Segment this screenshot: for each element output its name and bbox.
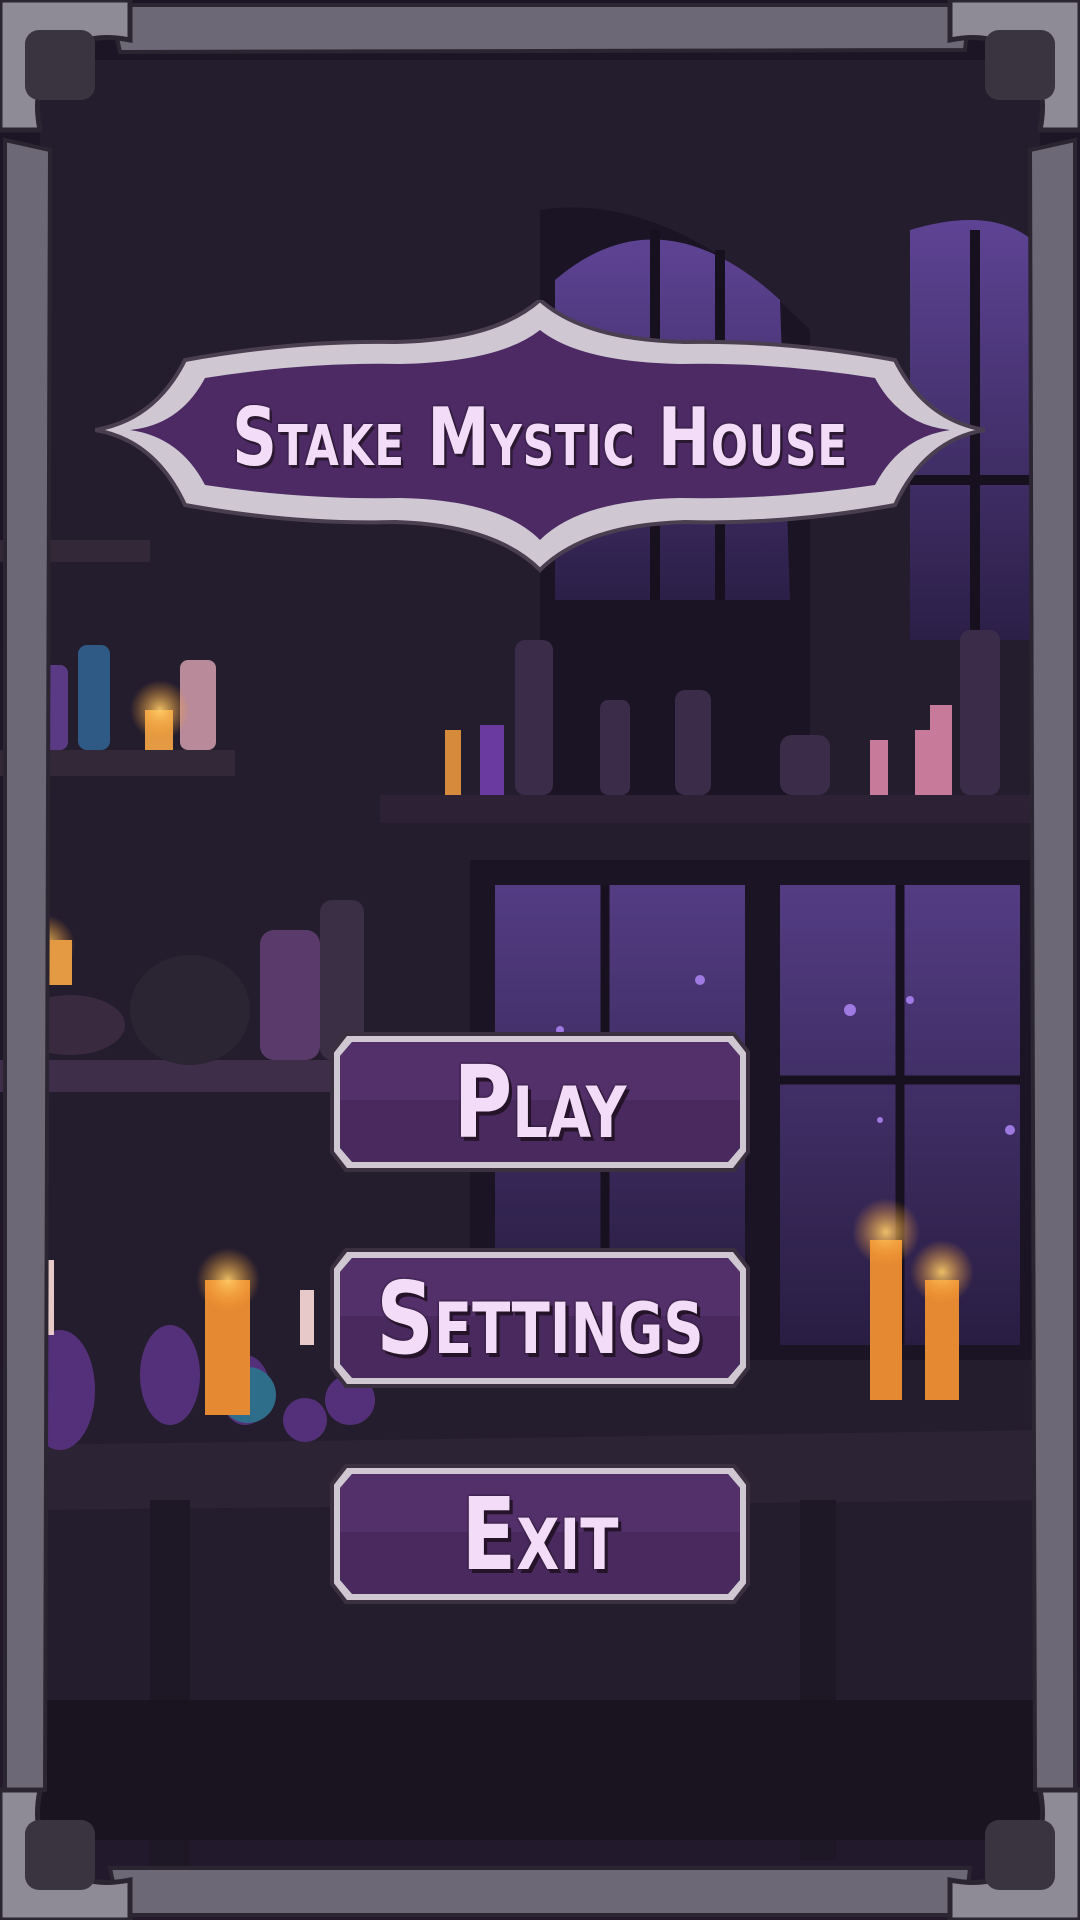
witch-house-background bbox=[0, 0, 1080, 1920]
settings-button[interactable]: Settings bbox=[328, 1246, 752, 1390]
game-title-plaque: Stake Mystic House bbox=[95, 300, 985, 575]
main-menu-screen: Stake Mystic House Play Settings Exit bbox=[0, 0, 1080, 1920]
exit-label: Exit bbox=[461, 1475, 619, 1593]
settings-label: Settings bbox=[376, 1259, 704, 1377]
exit-button[interactable]: Exit bbox=[328, 1462, 752, 1606]
play-button[interactable]: Play bbox=[328, 1030, 752, 1174]
play-label: Play bbox=[453, 1043, 627, 1161]
game-title: Stake Mystic House bbox=[232, 391, 848, 484]
